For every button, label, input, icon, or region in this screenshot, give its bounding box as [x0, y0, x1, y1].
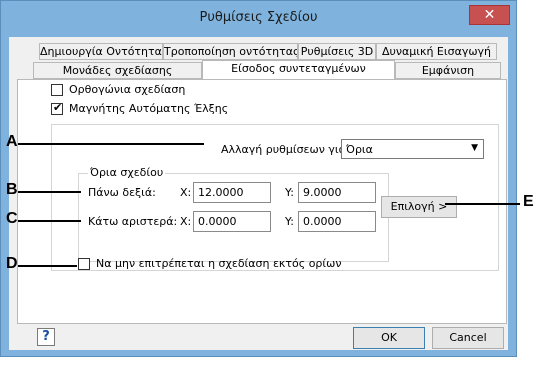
upper-right-y-input[interactable]: 9.0000 [298, 182, 376, 203]
callout-c-line [18, 220, 81, 222]
cancel-button[interactable]: Cancel [432, 327, 504, 349]
prevent-outside-label: Να μην επιτρέπεται η σχεδίαση εκτός ορίω… [96, 257, 342, 270]
title-bar: Ρυθμίσεις Σχεδίου ✕ [1, 1, 516, 37]
close-icon[interactable]: ✕ [484, 7, 496, 23]
change-settings-value: Όρια [346, 143, 373, 156]
callout-c: C [6, 210, 18, 227]
lower-left-x-label: X: [180, 215, 192, 228]
tab-drawing-units[interactable]: Μονάδες σχεδίασης [33, 62, 202, 79]
ortho-checkbox[interactable] [51, 84, 63, 96]
upper-right-x-input[interactable]: 12.0000 [193, 182, 271, 203]
tab-coordinate-input[interactable]: Είσοδος συντεταγμένων [202, 60, 395, 80]
upper-right-label: Πάνω δεξιά: [88, 186, 156, 199]
checkmark-icon: ✔ [53, 101, 63, 114]
lower-left-y-label: Y: [285, 215, 294, 228]
tab-3d-settings[interactable]: Ρυθμίσεις 3D [298, 43, 376, 60]
callout-e-line [445, 203, 520, 205]
callout-b: B [6, 181, 18, 198]
dialog-client: Δημιουργία Οντότητας Τροποποίηση οντότητ… [9, 37, 508, 350]
callout-a-line [18, 143, 204, 145]
help-button[interactable]: ? [37, 328, 55, 346]
callout-d: D [6, 255, 18, 272]
callout-e: E [523, 193, 534, 210]
change-settings-dropdown[interactable]: Όρια ▼ [341, 139, 484, 159]
ok-button[interactable]: OK [353, 327, 425, 349]
tab-dynamic-input[interactable]: Δυναμική Εισαγωγή [376, 43, 497, 60]
snap-checkbox[interactable]: ✔ [51, 101, 63, 115]
ortho-label: Ορθογώνια σχεδίαση [69, 83, 186, 96]
upper-right-y-label: Y: [285, 186, 294, 199]
tab-panel: Ορθογώνια σχεδίαση ✔ Μαγνήτης Αυτόματης … [17, 79, 507, 324]
select-button[interactable]: Επιλογή > [381, 196, 457, 218]
callout-a: A [6, 133, 18, 150]
limits-group-title: Όρια σχεδίου [88, 166, 166, 179]
change-settings-label: Αλλαγή ρυθμίσεων για : [221, 143, 354, 156]
question-icon: ? [42, 329, 50, 344]
tab-entity-modification[interactable]: Τροποποίηση οντότητας [163, 43, 298, 60]
close-button[interactable]: ✕ [469, 5, 510, 25]
window-title: Ρυθμίσεις Σχεδίου [199, 10, 318, 25]
dialog-window: Ρυθμίσεις Σχεδίου ✕ Δημιουργία Οντότητας… [0, 0, 517, 357]
tab-entity-creation[interactable]: Δημιουργία Οντότητας [39, 43, 163, 60]
snap-label: Μαγνήτης Αυτόματης Έλξης [69, 102, 229, 115]
upper-right-x-label: X: [180, 186, 192, 199]
chevron-down-icon: ▼ [471, 143, 478, 153]
lower-left-label: Κάτω αριστερά: [88, 215, 178, 228]
callout-d-line [18, 265, 77, 267]
tab-display[interactable]: Εμφάνιση [395, 62, 501, 79]
prevent-outside-checkbox[interactable] [78, 258, 90, 270]
lower-left-x-input[interactable]: 0.0000 [193, 211, 271, 232]
lower-left-y-input[interactable]: 0.0000 [298, 211, 376, 232]
callout-b-line [18, 191, 81, 193]
